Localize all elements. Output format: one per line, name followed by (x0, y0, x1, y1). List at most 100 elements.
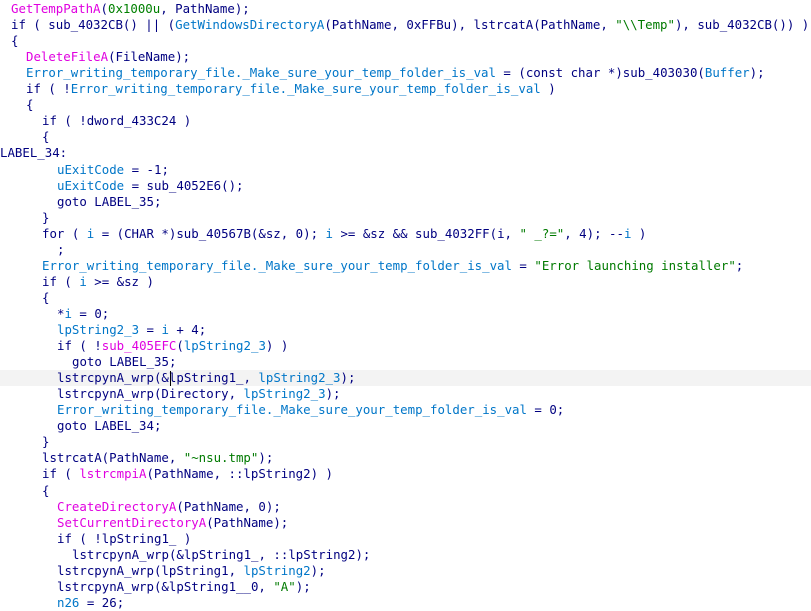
code-line[interactable]: } (0, 434, 811, 450)
code-token: CHAR (124, 225, 154, 241)
code-token: lstrcpynA_wrp(lpString1, (57, 562, 244, 578)
code-token: ( (64, 225, 87, 241)
code-token: lpString2_3 (258, 370, 341, 386)
code-line[interactable]: if ( !dword_433C24 ) (0, 113, 811, 129)
code-line[interactable]: uExitCode = sub_4052E6(); (0, 178, 811, 194)
code-line[interactable]: goto LABEL_34; (0, 418, 811, 434)
code-token: ( (100, 1, 108, 16)
code-line[interactable]: lstrcpynA_wrp(&lpString1_, ::lpString2); (0, 547, 811, 563)
code-line[interactable]: } (0, 210, 811, 226)
code-token: = sub_4052E6(); (124, 177, 244, 193)
code-token: } (42, 209, 50, 225)
code-line[interactable]: lpString2_3 = i + 4; (0, 322, 811, 338)
code-token: lpString2_3 (183, 338, 266, 354)
code-token: uExitCode (57, 161, 125, 177)
code-token: ); (340, 370, 356, 386)
code-token: } (42, 434, 50, 450)
code-token: i (79, 273, 87, 289)
code-line[interactable]: CreateDirectoryA(PathName, 0); (0, 499, 811, 515)
code-token: i (325, 225, 333, 241)
code-line[interactable]: SetCurrentDirectoryA(PathName); (0, 515, 811, 531)
code-line[interactable]: LABEL_34: (0, 145, 811, 161)
code-token: " _?=" (519, 225, 565, 241)
code-token: lstrcmpiA (79, 466, 147, 482)
code-line[interactable]: lstrcpynA_wrp(&lpString1__0, "A"); (0, 579, 811, 595)
code-token: if (11, 17, 26, 33)
code-line[interactable]: goto LABEL_35; (0, 194, 811, 210)
code-line[interactable]: for ( i = (CHAR *)sub_40567B(&sz, 0); i … (0, 226, 811, 242)
code-line[interactable]: { (0, 97, 811, 113)
code-token: LABEL_34; (86, 418, 162, 434)
code-token: DeleteFileA (26, 49, 109, 65)
code-token: *)sub_40567B(&sz, 0); (153, 225, 326, 241)
code-token: , 4); -- (564, 225, 624, 241)
code-token: GetTempPathA (11, 1, 101, 16)
code-token: ); (325, 386, 341, 402)
code-line[interactable]: { (0, 483, 811, 499)
code-token: ( !lpString1_ ) (71, 530, 192, 546)
code-line[interactable]: if ( !sub_405EFC(lpString2_3) ) (0, 338, 811, 354)
code-line[interactable]: if ( !lpString1_ ) (0, 531, 811, 547)
code-token: "\\Temp" (615, 17, 675, 33)
code-token: for (42, 225, 65, 241)
code-line[interactable]: *i = 0; (0, 306, 811, 322)
code-token: = ( (94, 225, 125, 241)
code-token: = ( (495, 65, 526, 81)
code-token: = 0; (526, 402, 565, 418)
code-line[interactable]: lstrcpynA_wrp(lpString1, lpString2); (0, 563, 811, 579)
code-token: lstrcpynA_wrp(&lpString1_, ::lpString2); (72, 546, 371, 562)
code-line[interactable]: if ( lstrcmpiA(PathName, ::lpString2) ) (0, 466, 811, 482)
code-token: ; (57, 241, 65, 257)
code-line[interactable]: if ( !Error_writing_temporary_file._Make… (0, 81, 811, 97)
code-token: if (57, 338, 72, 354)
code-line[interactable]: { (0, 33, 811, 49)
code-token: = 26; (79, 594, 125, 610)
code-token: (FileName); (108, 49, 191, 65)
code-token: LABEL_35; (86, 193, 162, 209)
code-token: i (64, 305, 72, 321)
code-line[interactable]: GetTempPathA(0x1000u, PathName); (0, 1, 811, 17)
code-token: if (57, 530, 72, 546)
code-line[interactable]: lstrcpynA_wrp(&lpString1_, lpString2_3); (0, 370, 811, 387)
code-token: = (511, 257, 535, 273)
code-line[interactable]: ; (0, 242, 811, 258)
pseudocode-view[interactable]: GetTempPathA(0x1000u, PathName); if ( sub… (0, 0, 811, 610)
code-token: = 0; (71, 305, 110, 321)
code-line[interactable]: uExitCode = -1; (0, 162, 811, 178)
code-token: ); (295, 578, 311, 594)
code-token: if (26, 81, 41, 97)
code-token: { (26, 97, 34, 113)
code-token: (PathName, ::lpString2) ) (146, 466, 333, 482)
code-token: i (161, 322, 169, 337)
code-token: Error_writing_temporary_file._Make_sure_… (57, 402, 527, 418)
code-token: if (42, 466, 57, 482)
code-token: (PathName); (206, 514, 289, 530)
code-token: LABEL_34: (0, 145, 68, 161)
code-line[interactable]: Error_writing_temporary_file._Make_sure_… (0, 258, 811, 274)
text-cursor (170, 370, 172, 386)
code-token: , PathName); (160, 1, 250, 16)
code-line[interactable]: DeleteFileA(FileName); (0, 49, 811, 65)
code-line[interactable]: { (0, 129, 811, 145)
code-token: lpString2 (243, 562, 311, 578)
code-token: LABEL_35; (101, 354, 177, 370)
code-token: ) (631, 225, 647, 241)
code-token: lpString2_3 (243, 386, 326, 402)
code-line[interactable]: n26 = 26; (0, 595, 811, 611)
code-line[interactable]: lstrcpynA_wrp(Directory, lpString2_3); (0, 386, 811, 402)
code-token: ( (176, 338, 184, 354)
code-token: const char (525, 65, 601, 81)
code-token: lstrcpynA_wrp(Directory, (57, 386, 244, 402)
code-token: if (42, 113, 57, 129)
code-line[interactable]: goto LABEL_35; (0, 354, 811, 370)
code-line[interactable]: Error_writing_temporary_file._Make_sure_… (0, 65, 811, 81)
code-line[interactable]: { (0, 290, 811, 306)
code-token: Error_writing_temporary_file._Make_sure_… (42, 257, 512, 273)
code-token: if (42, 273, 57, 289)
code-token: >= &sz && sub_4032FF(i, (332, 225, 520, 241)
code-token: lstrcatA(PathName, (42, 450, 184, 466)
code-line[interactable]: if ( sub_4032CB() || (GetWindowsDirector… (0, 17, 811, 33)
code-line[interactable]: lstrcatA(PathName, "~nsu.tmp"); (0, 450, 811, 466)
code-line[interactable]: if ( i >= &sz ) (0, 274, 811, 290)
code-line[interactable]: Error_writing_temporary_file._Make_sure_… (0, 402, 811, 418)
